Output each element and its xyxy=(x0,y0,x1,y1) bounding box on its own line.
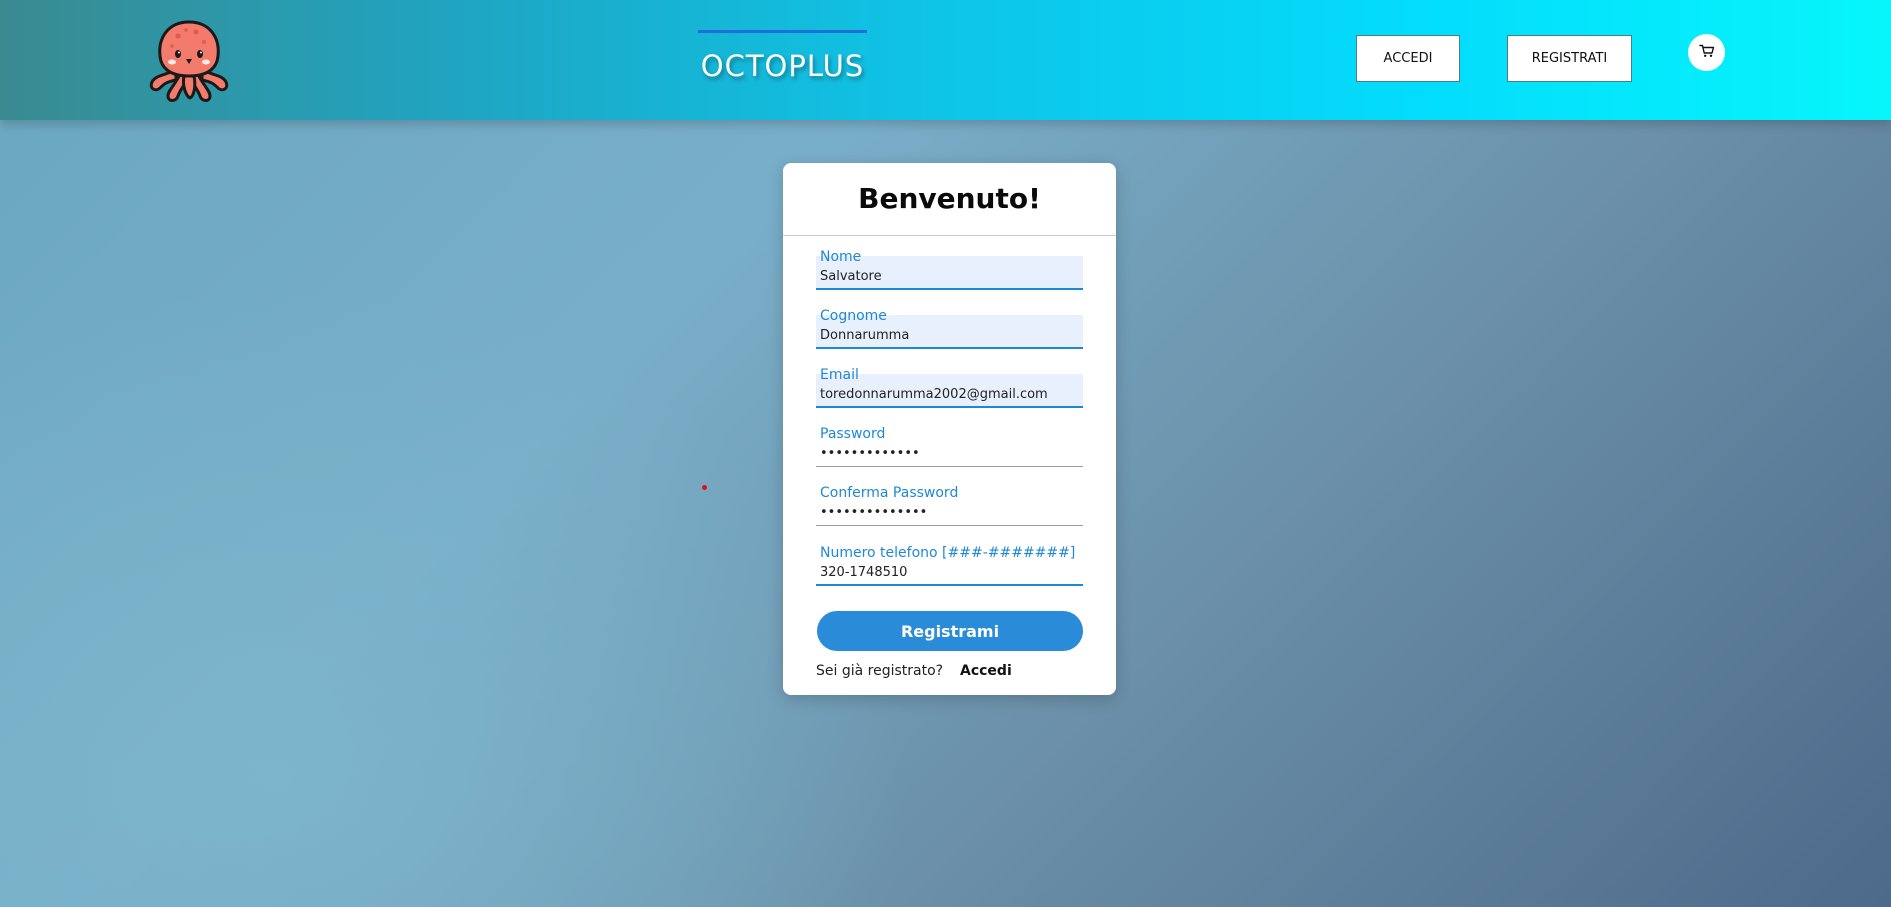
registration-card: Benvenuto! Salvatore Nome Donnarumma Cog… xyxy=(783,163,1116,695)
email-label: Email xyxy=(820,367,859,383)
password-label: Password xyxy=(820,426,886,442)
first-name-label: Nome xyxy=(820,249,862,265)
confirm-password-label: Conferma Password xyxy=(820,485,959,501)
brand-title[interactable]: OCTOPLUS xyxy=(698,30,867,83)
register-submit-button[interactable]: Registrami xyxy=(817,611,1083,651)
cart-button[interactable] xyxy=(1688,34,1725,71)
top-navbar: OCTOPLUS ACCEDI REGISTRATI xyxy=(0,0,1891,120)
cart-icon xyxy=(1698,43,1715,62)
last-name-label: Cognome xyxy=(820,308,887,324)
cursor-dot xyxy=(702,485,707,490)
login-link[interactable]: Accedi xyxy=(960,663,1012,679)
login-prompt-text: Sei già registrato? xyxy=(816,663,944,679)
login-button[interactable]: ACCEDI xyxy=(1356,35,1460,82)
octopus-logo-icon[interactable] xyxy=(146,16,232,106)
register-button[interactable]: REGISTRATI xyxy=(1507,35,1632,82)
phone-label: Numero telefono [###-#######] xyxy=(820,545,1076,561)
form-title: Benvenuto! xyxy=(783,163,1116,236)
